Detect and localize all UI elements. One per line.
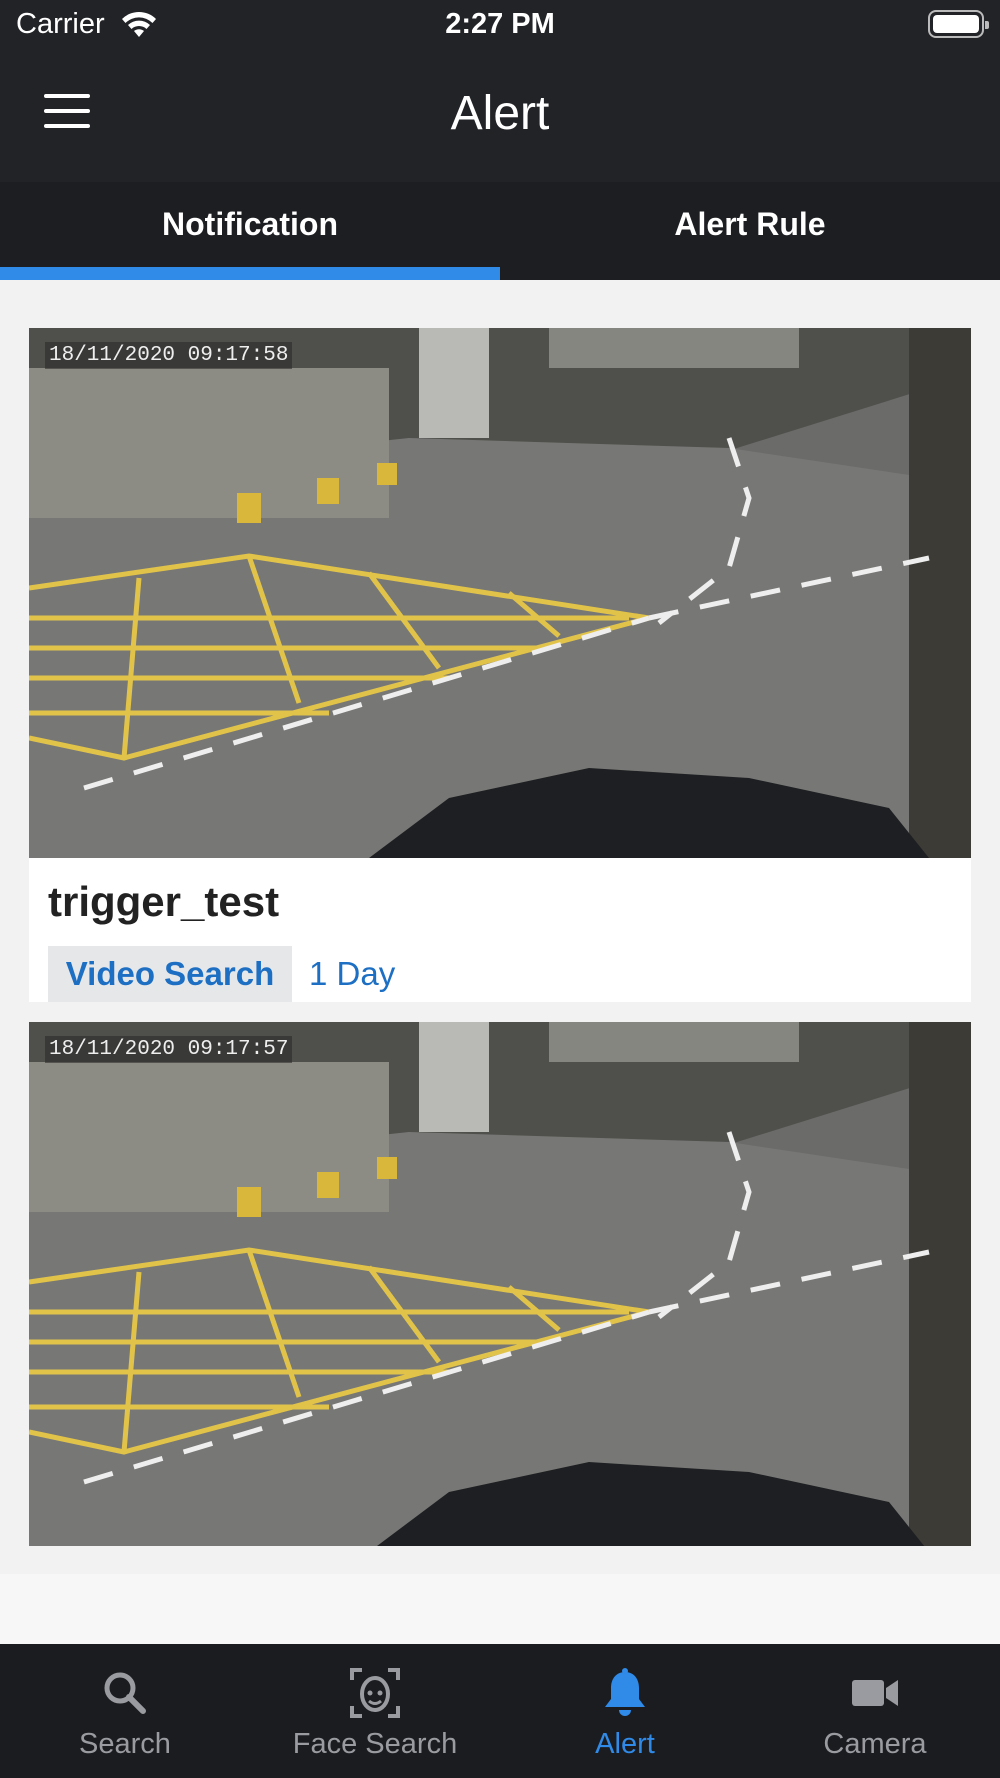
duration-label: 1 Day bbox=[309, 955, 396, 992]
notification-list: 18/11/2020 09:17:58 trigger_test Video S… bbox=[0, 280, 1000, 1574]
notification-card[interactable]: 18/11/2020 09:17:58 trigger_test Video S… bbox=[29, 328, 971, 1002]
page-title: Alert bbox=[450, 87, 550, 140]
snapshot-timestamp: 18/11/2020 09:17:58 bbox=[45, 342, 293, 369]
bell-icon bbox=[605, 1668, 645, 1716]
tabbar-item-face-search[interactable]: Face Search bbox=[250, 1644, 500, 1778]
event-title: trigger_test bbox=[48, 878, 280, 925]
video-search-button[interactable]: Video Search bbox=[48, 946, 292, 1002]
search-icon bbox=[104, 1672, 146, 1714]
list-footer-space bbox=[0, 1574, 1000, 1644]
face-scan-icon bbox=[350, 1668, 400, 1718]
segment-tabs: Notification Alert Rule bbox=[0, 182, 1000, 280]
street-scene-image bbox=[29, 328, 971, 858]
street-scene-image bbox=[29, 1022, 971, 1546]
battery-icon bbox=[928, 10, 989, 38]
video-camera-icon bbox=[852, 1680, 898, 1706]
tabbar-label: Face Search bbox=[292, 1728, 458, 1760]
tab-alert-rule[interactable]: Alert Rule bbox=[500, 182, 1000, 280]
tabbar-label: Alert bbox=[595, 1728, 655, 1760]
tabbar-item-alert[interactable]: Alert bbox=[500, 1644, 750, 1778]
snapshot-timestamp: 18/11/2020 09:17:57 bbox=[45, 1036, 293, 1063]
tab-notification[interactable]: Notification bbox=[0, 182, 500, 280]
tabbar-label: Camera bbox=[823, 1728, 927, 1760]
notification-card[interactable]: 18/11/2020 09:17:57 bbox=[29, 1022, 971, 1546]
snapshot-image[interactable]: 18/11/2020 09:17:57 bbox=[29, 1022, 971, 1546]
snapshot-image[interactable]: 18/11/2020 09:17:58 bbox=[29, 328, 971, 858]
tabbar-item-camera[interactable]: Camera bbox=[750, 1644, 1000, 1778]
status-time: 2:27 PM bbox=[445, 8, 555, 40]
tabbar-item-search[interactable]: Search bbox=[0, 1644, 250, 1778]
status-bar: Carrier 2:27 PM bbox=[0, 0, 1000, 52]
bottom-tab-bar: Search Face Search Alert Camera bbox=[0, 1644, 1000, 1778]
navigation-bar: Alert bbox=[0, 52, 1000, 182]
tabbar-label: Search bbox=[79, 1728, 171, 1760]
